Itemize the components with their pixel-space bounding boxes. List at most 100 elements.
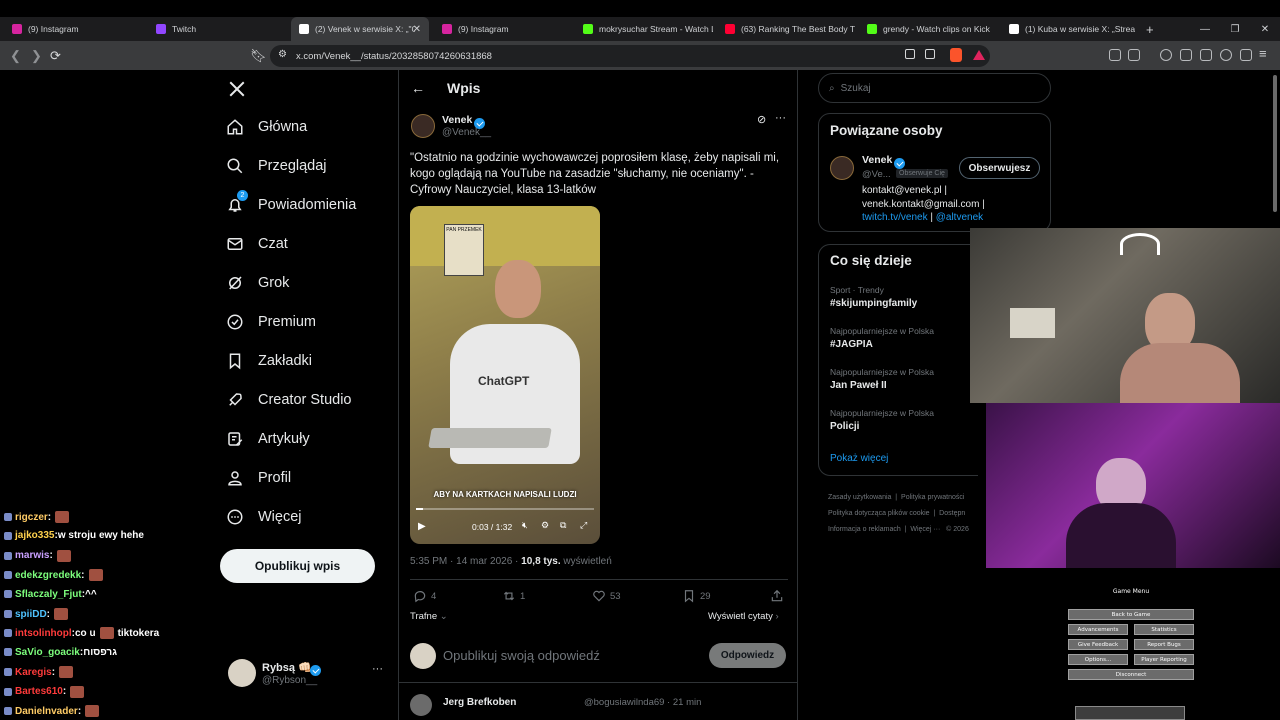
player-reporting-button[interactable]: Player Reporting <box>1134 654 1194 665</box>
wallet-icon[interactable] <box>1200 49 1212 61</box>
extensions-icon[interactable] <box>1109 49 1121 61</box>
bookmark-button[interactable]: 29 <box>682 589 711 603</box>
footer-link[interactable]: Polityka prywatności <box>901 494 964 501</box>
following-button[interactable]: Obserwujesz <box>959 157 1040 179</box>
statistics-button[interactable]: Statistics <box>1134 624 1194 635</box>
post-video[interactable]: PAN PRZEMEK ChatGPT ABY NA KARTKACH NAPI… <box>410 206 600 544</box>
cast-icon[interactable] <box>905 49 915 59</box>
avatar[interactable] <box>410 694 432 716</box>
author-avatar[interactable] <box>411 114 435 138</box>
twitch-link[interactable]: twitch.tv/venek <box>862 212 928 223</box>
tab-youtube-ranking[interactable]: (63) Ranking The Best Body Tre <box>719 17 855 41</box>
trend-item[interactable]: Najpopularniejsze w Polska #JAGPIA <box>830 326 934 350</box>
more-dots-icon[interactable]: ··· <box>372 663 383 675</box>
nav-creator-studio[interactable]: Creator Studio <box>226 391 352 409</box>
grok-explain-icon[interactable]: ⊘ <box>757 113 766 126</box>
chat-username[interactable]: jajko335 <box>15 530 54 541</box>
share-icon[interactable] <box>925 49 935 59</box>
vpn-shield-icon[interactable] <box>1240 49 1252 61</box>
nav-bookmarks[interactable]: Zakładki <box>226 352 312 370</box>
tab-venek-post[interactable]: (2) Venek w serwisie X: „"O ✕ <box>291 17 429 41</box>
forward-nav-icon[interactable]: ❯ <box>31 48 42 64</box>
media-icon[interactable] <box>1160 49 1172 61</box>
chat-username[interactable]: Sflaczaly_Fjut <box>15 589 82 600</box>
altvenek-link[interactable]: @altvenek <box>936 212 983 223</box>
reply-submit-button[interactable]: Odpowiedz <box>709 643 786 668</box>
footer-link[interactable]: Polityka dotycząca plików cookie <box>828 510 930 517</box>
nav-explore[interactable]: Przeglądaj <box>226 157 327 175</box>
brave-shield-icon[interactable] <box>950 48 962 62</box>
chat-username[interactable]: spiiDD <box>15 609 47 620</box>
back-to-game-button[interactable]: Back to Game <box>1068 609 1194 620</box>
show-more-link[interactable]: Pokaż więcej <box>830 453 888 464</box>
minimize-icon[interactable]: — <box>1190 24 1220 35</box>
pip-icon[interactable]: ⧉ <box>560 520 566 531</box>
more-dots-icon[interactable]: ··· <box>775 112 786 124</box>
related-handle[interactable]: @Ve... <box>862 169 891 180</box>
reload-icon[interactable]: ⟳ <box>50 48 61 64</box>
sort-replies-dropdown[interactable]: Trafne ⌄ <box>410 611 448 622</box>
reply-button[interactable]: 4 <box>413 589 436 603</box>
back-nav-icon[interactable]: ❮ <box>10 48 21 64</box>
site-settings-icon[interactable]: ⚙︎ <box>278 49 287 60</box>
view-quotes-link[interactable]: Wyświetl cytaty › <box>708 611 779 622</box>
nav-more[interactable]: Więcej <box>226 508 302 526</box>
leo-ai-icon[interactable] <box>1220 49 1232 61</box>
related-name[interactable]: Venek <box>862 154 892 166</box>
footer-link[interactable]: Zasady użytkowania <box>828 494 891 501</box>
bookmark-page-icon[interactable]: 🔖︎ <box>250 48 267 64</box>
nav-profile[interactable]: Profil <box>226 469 291 487</box>
advancements-button[interactable]: Advancements <box>1068 624 1128 635</box>
fullscreen-icon[interactable]: ⤢ <box>580 520 587 531</box>
footer-link[interactable]: Informacja o reklamach <box>828 526 901 533</box>
back-arrow-icon[interactable]: ← <box>411 80 425 96</box>
close-tab-icon[interactable]: ✕ <box>413 24 421 35</box>
account-switcher[interactable]: Rybsą 👊🏻 @Rybson__ ··· <box>228 659 388 691</box>
page-scrollbar[interactable] <box>1273 75 1277 212</box>
menu-icon[interactable]: ≡ <box>1259 46 1267 61</box>
trend-item[interactable]: Najpopularniejsze w Polska Policji <box>830 408 934 432</box>
chat-username[interactable]: Danielnvader <box>15 706 78 717</box>
extension-2-icon[interactable] <box>1128 49 1140 61</box>
maximize-icon[interactable]: ❐ <box>1220 24 1250 35</box>
settings-icon[interactable]: ⚙︎ <box>541 520 549 531</box>
x-home-logo-icon[interactable] <box>228 80 246 98</box>
share-post-button[interactable] <box>770 589 788 603</box>
tab-mokrysuchar[interactable]: mokrysuchar Stream - Watch L <box>577 17 713 41</box>
tab-instagram-1[interactable]: (9) Instagram <box>4 17 144 41</box>
like-button[interactable]: 53 <box>592 589 621 603</box>
disconnect-button[interactable]: Disconnect <box>1068 669 1194 680</box>
new-tab-button[interactable]: + <box>1146 17 1166 41</box>
mute-icon[interactable]: 🔇︎ <box>522 520 528 531</box>
reply-author-name[interactable]: Jerg Brefkoben <box>443 697 516 708</box>
sidebar-toggle-icon[interactable] <box>1180 49 1192 61</box>
video-progress-bar[interactable] <box>416 508 594 510</box>
footer-link[interactable]: Dostępn <box>939 510 965 517</box>
footer-link[interactable]: Więcej ··· <box>910 526 940 533</box>
tab-grendy[interactable]: grendy - Watch clips on Kick <box>861 17 997 41</box>
chat-username[interactable]: Karegis <box>15 667 52 678</box>
nav-chat[interactable]: Czat <box>226 235 288 253</box>
give-feedback-button[interactable]: Give Feedback <box>1068 639 1128 650</box>
chat-username[interactable]: SaVio_goacik <box>15 647 80 658</box>
author-name[interactable]: Venek <box>442 114 472 126</box>
chat-username[interactable]: edekzgredekk <box>15 570 81 581</box>
nav-home[interactable]: Główna <box>226 118 307 136</box>
options-button[interactable]: Options... <box>1068 654 1128 665</box>
url-field[interactable]: ⚙︎ x.com/Venek__/status/2032858074260631… <box>270 45 990 67</box>
chat-username[interactable]: Bartes610 <box>15 686 63 697</box>
report-bugs-button[interactable]: Report Bugs <box>1134 639 1194 650</box>
tab-kuba-post[interactable]: (1) Kuba w serwisie X: „Stream <box>1003 17 1135 41</box>
search-input[interactable]: ⌕ Szukaj <box>818 73 1051 103</box>
nav-notifications[interactable]: Powiadomienia 2 <box>226 190 356 214</box>
chat-username[interactable]: intsolinhopl <box>15 628 72 639</box>
reply-input[interactable]: Opublikuj swoją odpowiedź <box>443 648 600 663</box>
chat-username[interactable]: marwis <box>15 550 49 561</box>
repost-button[interactable]: 1 <box>502 589 525 603</box>
close-window-icon[interactable]: ✕ <box>1250 24 1280 35</box>
avatar[interactable] <box>830 156 854 180</box>
nav-articles[interactable]: Artykuły <box>226 430 310 448</box>
tab-twitch[interactable]: Twitch <box>148 17 288 41</box>
tab-instagram-2[interactable]: (9) Instagram <box>434 17 574 41</box>
brave-rewards-icon[interactable] <box>973 50 985 60</box>
